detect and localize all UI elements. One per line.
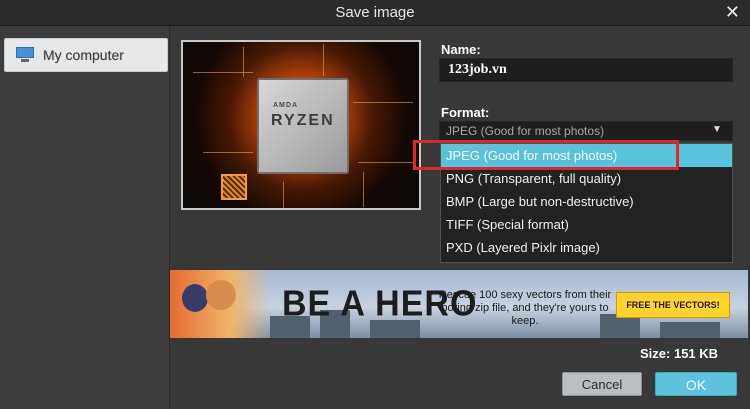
- cancel-button[interactable]: Cancel: [562, 372, 642, 396]
- name-label: Name:: [441, 42, 481, 57]
- cpu-chip-image: AMDA RYZEN: [257, 78, 349, 174]
- sidebar-item-label: My computer: [43, 47, 124, 63]
- monitor-icon: [15, 47, 35, 63]
- chevron-down-icon[interactable]: ▼: [712, 124, 722, 135]
- format-option-bmp[interactable]: BMP (Large but non-destructive): [441, 190, 732, 213]
- ad-banner[interactable]: BE A HERO Rescue 100 sexy vectors from t…: [170, 270, 748, 338]
- format-option-pxd[interactable]: PXD (Layered Pixlr image): [441, 236, 732, 259]
- dialog-title: Save image: [0, 4, 750, 21]
- format-select[interactable]: JPEG (Good for most photos): [439, 121, 733, 141]
- image-preview: AMDA RYZEN: [181, 40, 421, 210]
- highlight-box: [413, 140, 679, 170]
- ok-button[interactable]: OK: [655, 372, 737, 396]
- chip-pattern: [221, 174, 247, 200]
- hero-illustration: [170, 270, 270, 338]
- file-size: Size: 151 KB: [640, 346, 718, 361]
- format-option-tiff[interactable]: TIFF (Special format): [441, 213, 732, 236]
- format-label: Format:: [441, 105, 489, 120]
- sidebar-item-my-computer[interactable]: My computer: [4, 38, 168, 72]
- title-bar: Save image ✕: [0, 0, 750, 26]
- format-option-png[interactable]: PNG (Transparent, full quality): [441, 167, 732, 190]
- name-input[interactable]: 123job.vn: [439, 58, 733, 82]
- sidebar: My computer: [0, 26, 170, 409]
- close-icon[interactable]: ✕: [725, 2, 740, 23]
- free-vectors-button[interactable]: FREE THE VECTORS!: [616, 292, 730, 318]
- banner-text: Rescue 100 sexy vectors from their borin…: [436, 289, 614, 328]
